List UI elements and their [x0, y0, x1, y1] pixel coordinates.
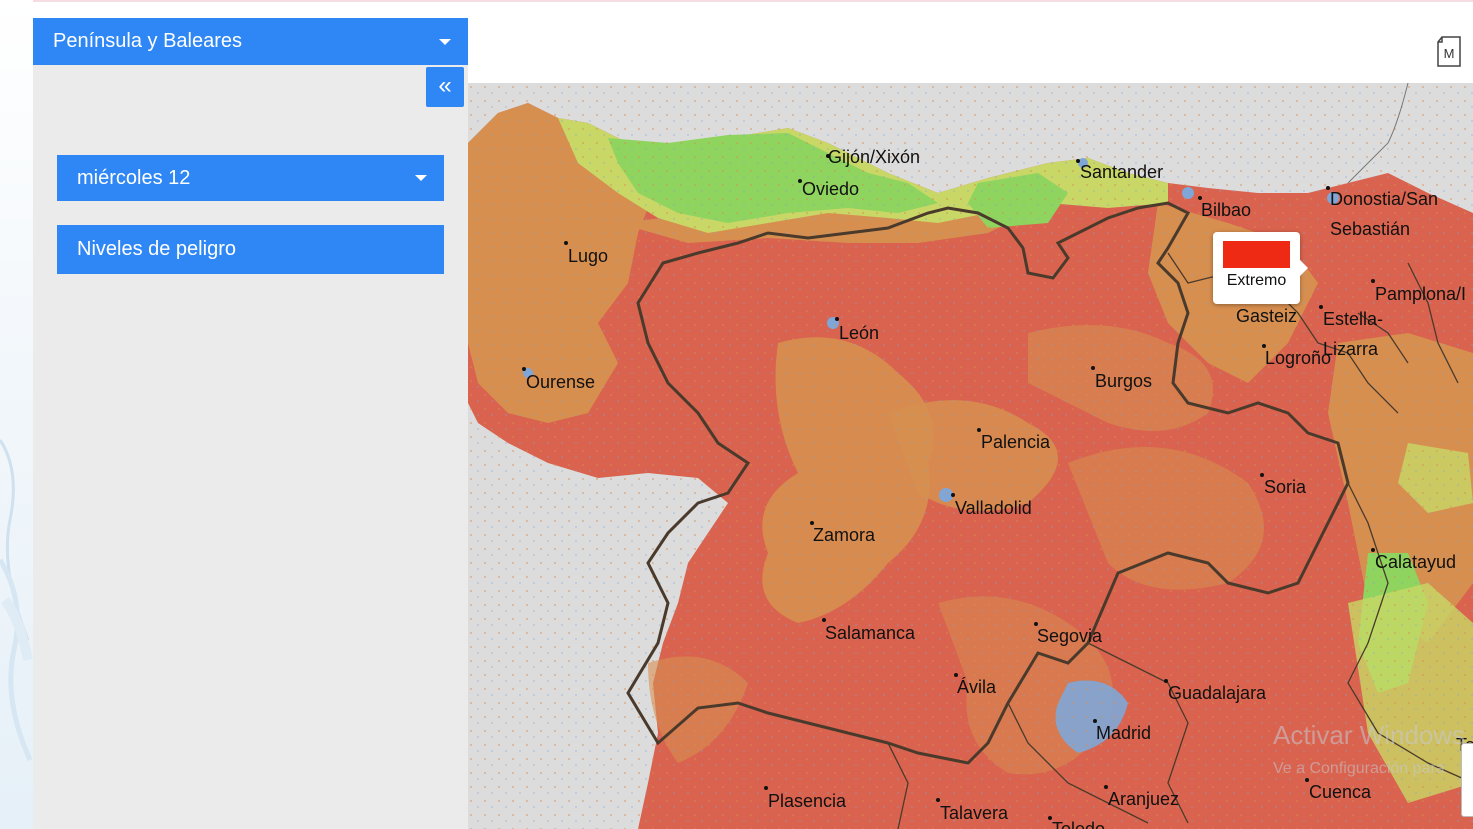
city-label: Pamplona/I — [1375, 284, 1467, 304]
city-label: Talavera — [940, 803, 1009, 823]
city-dot — [835, 317, 839, 321]
city-label: Gasteiz — [1236, 306, 1298, 326]
city-label: Cuenca — [1309, 782, 1372, 802]
city-label: Donostia/San — [1330, 189, 1439, 209]
city-dot — [822, 618, 826, 622]
risk-level-label: Extremo — [1226, 272, 1287, 289]
city-label: Madrid — [1096, 723, 1152, 743]
city-dot — [1091, 366, 1095, 370]
document-icon[interactable]: M — [1436, 36, 1462, 68]
sidebar-panel: Península y Baleares « miércoles 12 Nive… — [33, 18, 468, 829]
city-label: León — [839, 323, 880, 343]
city-dot — [764, 786, 768, 790]
city-label: Ourense — [526, 372, 596, 392]
city-dot — [522, 367, 526, 371]
chevron-down-icon — [415, 175, 427, 181]
city-label: Salamanca — [825, 623, 916, 643]
city-dot — [564, 241, 568, 245]
danger-levels-button[interactable]: Niveles de peligro — [57, 225, 444, 274]
city-label: Palencia — [981, 432, 1051, 452]
top-border — [0, 0, 1473, 2]
city-label: Logroño — [1265, 348, 1332, 368]
map-zoom-control[interactable] — [1461, 743, 1473, 817]
city-label: Santander — [1080, 162, 1164, 182]
day-select[interactable]: miércoles 12 — [57, 155, 444, 201]
city-label: Ávila — [957, 677, 997, 697]
risk-color-swatch — [1223, 241, 1290, 268]
region-select-label: Península y Baleares — [53, 30, 243, 52]
city-label: Plasencia — [768, 791, 847, 811]
city-label: Aranjuez — [1108, 789, 1180, 809]
city-label: Sebastián — [1330, 219, 1411, 239]
region-select[interactable]: Península y Baleares — [33, 18, 468, 65]
windows-watermark-subtitle: Ve a Configuración para — [1273, 760, 1445, 777]
city-label: Valladolid — [955, 498, 1032, 518]
city-label: Soria — [1264, 477, 1307, 497]
windows-watermark-title: Activar Windows — [1273, 720, 1466, 750]
city-dot — [1371, 279, 1375, 283]
city-label: Estella- — [1323, 309, 1384, 329]
day-select-label: miércoles 12 — [77, 167, 191, 189]
chevron-down-icon — [439, 39, 451, 45]
fire-risk-map[interactable]: Gijón/Xixón Oviedo Santander Bilbao Dono… — [468, 83, 1473, 829]
city-dot — [951, 493, 955, 497]
svg-text:M: M — [1444, 46, 1455, 61]
background-decoration — [0, 0, 33, 829]
city-label: Segovia — [1037, 626, 1103, 646]
city-dot — [936, 798, 940, 802]
city-label: Oviedo — [802, 179, 860, 199]
map-base — [468, 83, 1473, 829]
city-label: Toledo — [1052, 819, 1106, 829]
city-label: Calatayud — [1375, 552, 1457, 572]
collapse-sidebar-button[interactable]: « — [426, 67, 464, 107]
tooltip-arrow — [1300, 260, 1308, 276]
city-label: Lugo — [568, 246, 609, 266]
city-label: Bilbao — [1201, 200, 1252, 220]
risk-tooltip: Extremo — [1213, 232, 1308, 304]
city-label: Guadalajara — [1168, 683, 1267, 703]
city-label: Zamora — [813, 525, 876, 545]
city-label: Burgos — [1095, 371, 1153, 391]
city-label: Lizarra — [1323, 339, 1379, 359]
city-label: Gijón/Xixón — [828, 147, 921, 167]
